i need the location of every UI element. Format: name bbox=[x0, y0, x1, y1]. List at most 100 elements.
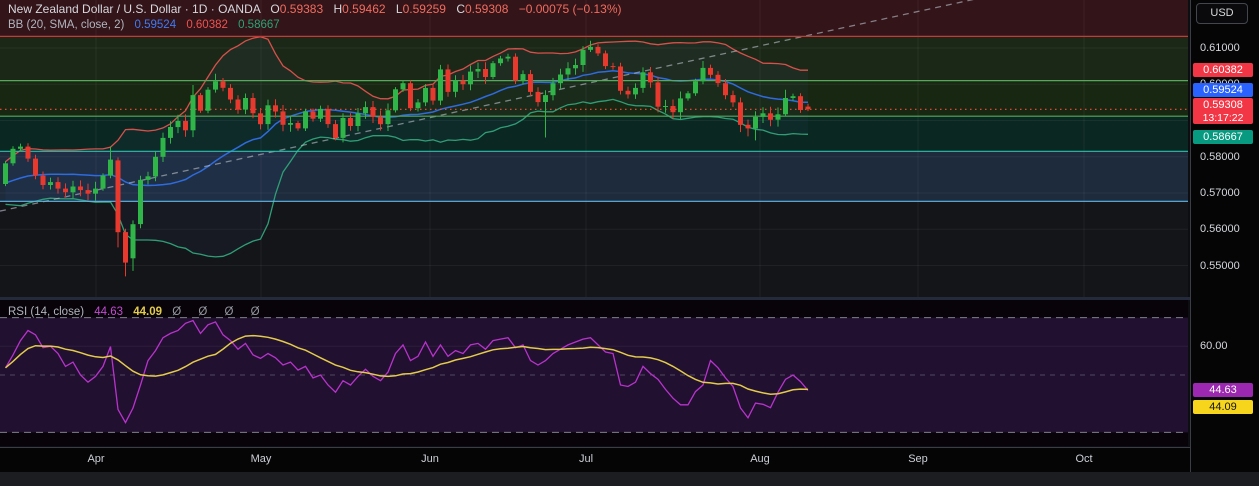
candle bbox=[745, 124, 751, 129]
candle bbox=[235, 99, 241, 110]
candle bbox=[580, 49, 586, 65]
candle bbox=[138, 179, 143, 225]
current-price-badge: 0.59308 13:17:22 bbox=[1193, 98, 1253, 125]
rsi-indicator-legend[interactable]: RSI (14, close) 44.63 44.09 Ø Ø Ø Ø bbox=[8, 306, 267, 318]
candle bbox=[183, 120, 188, 131]
candle bbox=[378, 116, 383, 125]
candle bbox=[445, 69, 451, 92]
bb-label[interactable]: BB (20, SMA, close, 2) bbox=[8, 19, 124, 31]
candle bbox=[123, 232, 128, 263]
ohlc-open-label: O bbox=[270, 2, 280, 16]
price-scale[interactable]: USD 0.610000.600000.580000.570000.560000… bbox=[1190, 0, 1259, 472]
price-badge: 0.58667 bbox=[1193, 129, 1253, 144]
symbol-title[interactable]: New Zealand Dollar / U.S. Dollar · 1D · … bbox=[8, 2, 260, 16]
candle bbox=[438, 69, 443, 101]
ohlc-open-value: 0.59383 bbox=[279, 2, 324, 16]
candle bbox=[453, 80, 458, 92]
candle bbox=[25, 146, 31, 159]
candle bbox=[595, 46, 601, 54]
candle bbox=[648, 72, 653, 83]
candle bbox=[130, 224, 136, 259]
candle bbox=[610, 66, 616, 68]
time-axis-label-aug[interactable]: Aug bbox=[750, 453, 770, 465]
rsi-label[interactable]: RSI (14, close) bbox=[8, 306, 84, 318]
candle bbox=[288, 123, 293, 125]
ohlc-close-label: C bbox=[456, 2, 465, 16]
candle bbox=[228, 87, 233, 100]
candle bbox=[603, 53, 608, 67]
candle bbox=[408, 83, 413, 109]
candle bbox=[708, 67, 713, 75]
chart-canvas[interactable] bbox=[0, 0, 1190, 448]
candle bbox=[70, 186, 76, 193]
candle bbox=[363, 107, 368, 114]
candle bbox=[213, 81, 218, 90]
time-axis-label-jun[interactable]: Jun bbox=[421, 453, 439, 465]
candle bbox=[573, 65, 578, 69]
candle bbox=[805, 106, 811, 110]
symbol-legend[interactable]: New Zealand Dollar / U.S. Dollar · 1D · … bbox=[8, 2, 621, 16]
candle bbox=[348, 118, 353, 126]
candle bbox=[768, 113, 773, 120]
candle bbox=[33, 158, 38, 176]
candle bbox=[325, 108, 331, 125]
rsi-ma-value: 44.09 bbox=[133, 306, 163, 318]
change-value: −0.00075 (−0.13%) bbox=[518, 2, 622, 16]
price-scale-label: 0.56000 bbox=[1200, 223, 1240, 236]
candle bbox=[273, 105, 278, 112]
candle bbox=[640, 72, 646, 88]
candle bbox=[175, 120, 181, 128]
candle bbox=[340, 118, 346, 138]
candle bbox=[678, 98, 683, 113]
candle bbox=[565, 68, 571, 75]
candle bbox=[55, 182, 61, 189]
time-axis-label-jul[interactable]: Jul bbox=[579, 453, 593, 465]
bb-indicator-legend[interactable]: BB (20, SMA, close, 2) 0.59524 0.60382 0… bbox=[8, 19, 280, 31]
tradingview-chart-window: New Zealand Dollar / U.S. Dollar · 1D · … bbox=[0, 0, 1259, 486]
currency-toggle-button[interactable]: USD bbox=[1196, 3, 1248, 24]
time-axis-label-may[interactable]: May bbox=[251, 453, 272, 465]
candle bbox=[543, 95, 548, 102]
candle bbox=[40, 175, 46, 185]
candle bbox=[3, 163, 8, 184]
candle bbox=[153, 156, 158, 177]
time-axis-label-sep[interactable]: Sep bbox=[908, 453, 928, 465]
candle bbox=[355, 113, 361, 126]
candle bbox=[798, 96, 803, 110]
price-scale-label: 0.58000 bbox=[1200, 150, 1240, 163]
candle bbox=[783, 98, 788, 115]
candle bbox=[475, 69, 481, 72]
candle bbox=[685, 93, 691, 99]
candle bbox=[85, 190, 91, 194]
candle bbox=[78, 186, 83, 191]
candle bbox=[790, 96, 796, 98]
candle bbox=[280, 111, 286, 125]
price-badge: 0.59524 bbox=[1193, 82, 1253, 97]
time-axis-label-oct[interactable]: Oct bbox=[1075, 453, 1092, 465]
time-axis[interactable]: Apr May Jun Jul Aug Sep Oct bbox=[0, 448, 1259, 472]
candle bbox=[318, 108, 323, 119]
candle bbox=[715, 74, 721, 84]
candle bbox=[198, 95, 203, 111]
candle bbox=[753, 116, 758, 129]
pane-separator bbox=[0, 297, 1190, 300]
candle bbox=[423, 87, 428, 103]
candle bbox=[760, 113, 766, 117]
rsi-hidden-values: Ø Ø Ø Ø bbox=[172, 306, 267, 318]
time-axis-label-apr[interactable]: Apr bbox=[87, 453, 104, 465]
candle bbox=[400, 83, 406, 90]
candle bbox=[663, 106, 668, 107]
candle bbox=[505, 56, 511, 59]
price-scale-label: 0.57000 bbox=[1200, 187, 1240, 199]
candle bbox=[265, 105, 271, 125]
candle bbox=[333, 124, 338, 138]
candle bbox=[655, 82, 661, 107]
rsi-scale-label: 60.00 bbox=[1200, 340, 1228, 353]
candle bbox=[385, 110, 391, 125]
candle bbox=[310, 111, 316, 119]
candle bbox=[115, 160, 121, 233]
candle bbox=[48, 182, 53, 185]
candle bbox=[303, 111, 308, 129]
candle bbox=[190, 95, 196, 131]
ohlc-high-label: H bbox=[333, 2, 343, 16]
